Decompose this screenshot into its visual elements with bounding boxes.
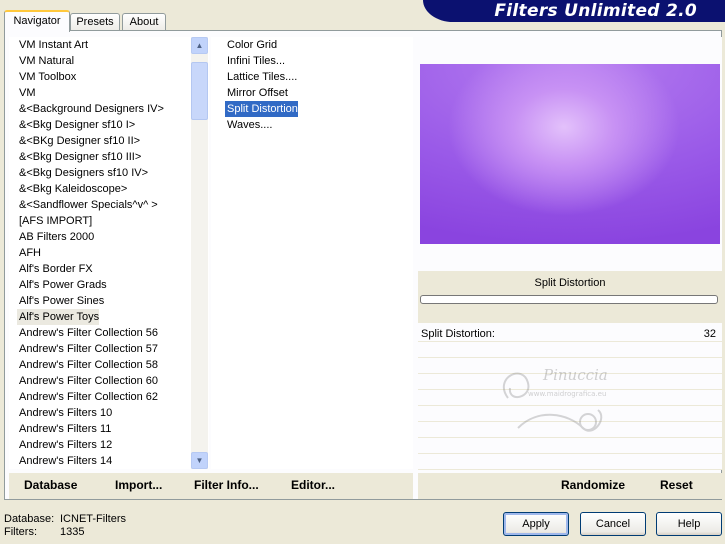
preview-filter-name: Split Distortion <box>534 277 606 289</box>
database-label: Database: <box>4 513 55 525</box>
filters-count-label: Filters: <box>4 526 37 538</box>
filter-item[interactable]: Waves.... <box>225 117 272 133</box>
category-item[interactable]: Andrew's Filters 12 <box>17 437 112 453</box>
category-item[interactable]: Andrew's Filters 14 <box>17 453 112 469</box>
category-item[interactable]: &<Bkg Kaleidoscope> <box>17 181 127 197</box>
parameter-row[interactable]: Split Distortion: 32 <box>418 326 722 342</box>
category-item[interactable]: AB Filters 2000 <box>17 229 94 245</box>
category-item[interactable]: Andrew's Filter Collection 58 <box>17 357 158 373</box>
import-link[interactable]: Import... <box>115 478 162 492</box>
category-item[interactable]: &<Sandflower Specials^v^ > <box>17 197 158 213</box>
category-scrollbar[interactable]: ▲ ▼ <box>191 37 208 469</box>
filter-item[interactable]: Color Grid <box>225 37 277 53</box>
tab-presets[interactable]: Presets <box>70 13 120 31</box>
category-item[interactable]: Andrew's Filters 10 <box>17 405 112 421</box>
category-item[interactable]: VM <box>17 85 36 101</box>
editor-link[interactable]: Editor... <box>291 478 335 492</box>
category-item[interactable]: VM Instant Art <box>17 37 88 53</box>
category-item[interactable]: Andrew's Filter Collection 56 <box>17 325 158 341</box>
category-item[interactable]: Andrew's Filters 11 <box>17 421 111 437</box>
apply-button[interactable]: Apply <box>503 512 569 536</box>
category-item[interactable]: &<Bkg Designer sf10 III> <box>17 149 141 165</box>
watermark-name: Pinuccia <box>542 366 608 384</box>
watermark-logo: Pinuccia www.maidrografica.eu <box>502 366 608 432</box>
filter-item[interactable]: Split Distortion <box>225 101 298 117</box>
database-link[interactable]: Database <box>24 478 77 492</box>
right-link-bar: Randomize Reset <box>418 473 722 499</box>
scroll-down-icon[interactable]: ▼ <box>191 452 208 469</box>
category-item[interactable]: Andrew's Filter Collection 62 <box>17 389 158 405</box>
cancel-button[interactable]: Cancel <box>580 512 646 536</box>
parameter-value[interactable]: 32 <box>704 328 716 340</box>
category-item[interactable]: &<BKg Designer sf10 II> <box>17 133 140 149</box>
category-item[interactable]: VM Natural <box>17 53 74 69</box>
category-item[interactable]: Alf's Power Toys <box>17 309 100 325</box>
filter-list[interactable]: Color Grid Infini Tiles... Lattice Tiles..… <box>211 37 413 469</box>
category-item[interactable]: Alf's Power Grads <box>17 277 107 293</box>
category-item[interactable]: [AFS IMPORT] <box>17 213 92 229</box>
category-item[interactable]: &<Bkg Designer sf10 I> <box>17 117 135 133</box>
category-item[interactable]: Andrew's Filter Collection 60 <box>17 373 158 389</box>
category-item[interactable]: VM Toolbox <box>17 69 76 85</box>
filter-info-link[interactable]: Filter Info... <box>194 478 259 492</box>
category-item[interactable]: AFH <box>17 245 41 261</box>
category-item[interactable]: Alf's Power Sines <box>17 293 104 309</box>
filters-count-value: 1335 <box>60 526 85 538</box>
parameter-row-empty <box>418 342 722 358</box>
help-button[interactable]: Help <box>656 512 722 536</box>
filter-item[interactable]: Lattice Tiles.... <box>225 69 297 85</box>
watermark-url: www.maidrografica.eu <box>528 390 606 398</box>
category-item[interactable]: Alf's Border FX <box>17 261 93 277</box>
category-list[interactable]: VM Instant Art VM Natural VM Toolbox VM &<Ba… <box>9 37 209 469</box>
title-banner: Filters Unlimited 2.0 <box>423 0 725 22</box>
app-title: Filters Unlimited 2.0 <box>494 1 697 21</box>
preview-image <box>420 64 720 244</box>
category-item[interactable]: &<Background Designers IV> <box>17 101 164 117</box>
parameter-label: Split Distortion: <box>421 328 495 340</box>
randomize-link[interactable]: Randomize <box>561 478 625 492</box>
parameter-header: Split Distortion <box>418 271 722 323</box>
tab-about[interactable]: About <box>122 13 166 31</box>
reset-link[interactable]: Reset <box>660 478 693 492</box>
category-item[interactable]: &<Bkg Designers sf10 IV> <box>17 165 148 181</box>
database-value: ICNET-Filters <box>60 513 126 525</box>
left-link-bar: Database Import... Filter Info... Editor… <box>9 473 413 499</box>
scroll-up-icon[interactable]: ▲ <box>191 37 208 54</box>
tab-navigator[interactable]: Navigator <box>4 10 70 32</box>
progress-bar <box>420 295 718 304</box>
category-item[interactable]: Andrew's Filter Collection 57 <box>17 341 158 357</box>
parameter-row-empty <box>418 454 722 470</box>
scroll-thumb[interactable] <box>191 62 208 120</box>
filter-item[interactable]: Infini Tiles... <box>225 53 285 69</box>
filter-item[interactable]: Mirror Offset <box>225 85 288 101</box>
